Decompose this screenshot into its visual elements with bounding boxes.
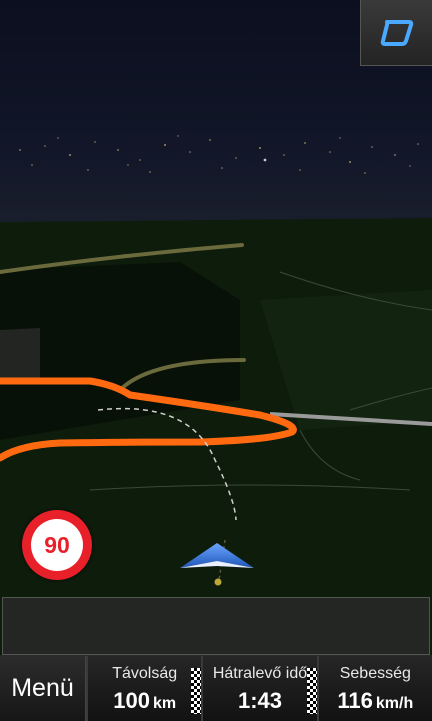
speed-limit-sign: 90	[22, 510, 92, 580]
distance-field[interactable]: Távolság 100 km	[86, 656, 202, 721]
remaining-time-field[interactable]: Hátralevő idő 1:43	[201, 656, 317, 721]
menu-button[interactable]: Menü	[0, 656, 86, 721]
checkered-flag-icon	[191, 668, 202, 714]
speed-value: 116 km/h	[337, 688, 414, 713]
distance-label: Távolság	[112, 665, 178, 682]
checkered-flag-icon	[306, 668, 317, 714]
speed-field[interactable]: Sebesség 116 km/h	[316, 656, 432, 721]
view-toggle-button[interactable]	[360, 0, 432, 66]
lane-info-panel	[2, 597, 430, 655]
speed-label: Sebesség	[339, 665, 411, 682]
bottom-info-bar: Menü Távolság 100 km Hátralevő idő 1:43 S…	[0, 655, 432, 721]
remaining-time-value: 1:43	[237, 688, 283, 713]
remaining-time-label: Hátralevő idő	[212, 665, 308, 682]
terrain-grey-patch	[0, 328, 40, 382]
speed-limit-value: 90	[31, 519, 83, 571]
view-mode-icon	[380, 19, 413, 46]
distance-value: 100 km	[113, 688, 177, 713]
